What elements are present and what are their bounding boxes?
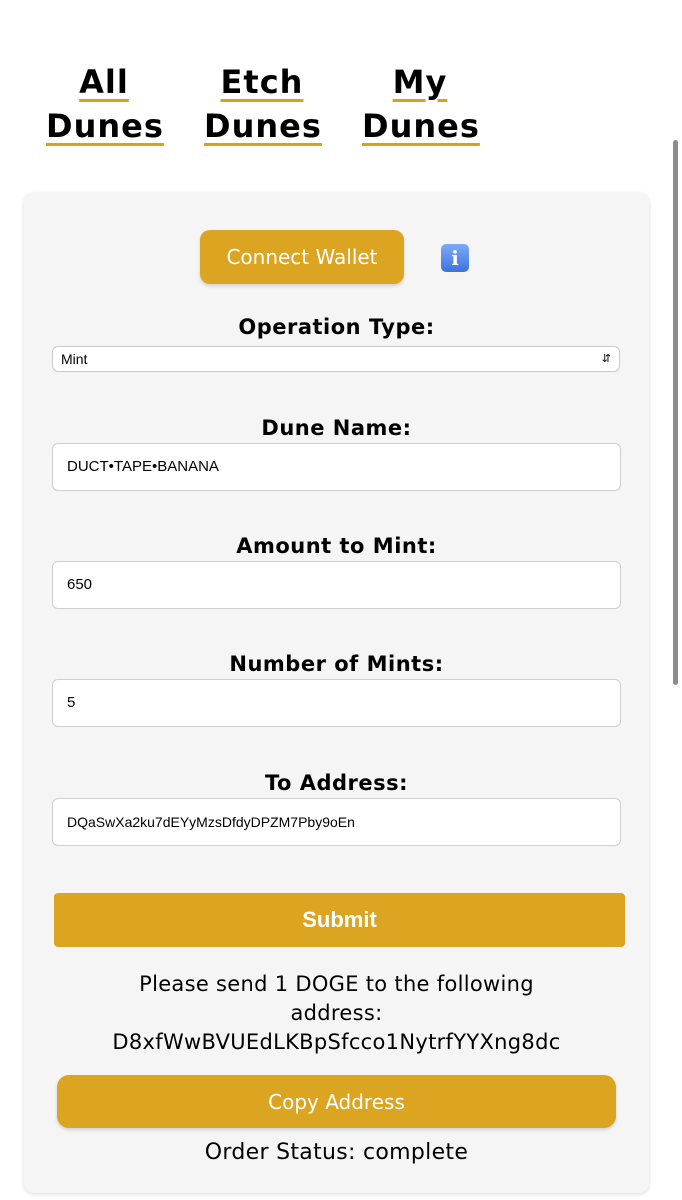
nav-my-dunes-line1: My [392,63,448,101]
number-of-mints-input[interactable]: 5 [52,679,621,727]
nav-all-dunes-line1: All [79,63,129,101]
nav-etch-dunes[interactable]: Etch Dunes [204,60,322,148]
nav-my-dunes[interactable]: My Dunes [362,60,480,148]
nav-etch-dunes-line1: Etch [220,63,304,101]
connect-wallet-button[interactable]: Connect Wallet [200,230,404,284]
submit-button[interactable]: Submit [54,893,625,947]
nav-all-dunes[interactable]: All Dunes [46,60,164,148]
to-address-label: To Address: [264,771,409,795]
mint-form-card: Connect Wallet i Operation Type: Mint ⇵ … [24,193,649,1193]
amount-to-mint-label: Amount to Mint: [236,534,437,558]
top-nav: All Dunes Etch Dunes My Dunes [46,60,480,148]
copy-address-button[interactable]: Copy Address [57,1075,616,1128]
dune-name-input[interactable]: DUCT•TAPE•BANANA [52,443,621,491]
nav-all-dunes-line2: Dunes [46,107,164,145]
payment-address: D8xfWwBVUEdLKBpSfcco1NytrfYYXng8dc [112,1030,561,1054]
dune-name-label: Dune Name: [261,416,412,440]
order-status: Order Status: complete [204,1140,469,1165]
to-address-input[interactable]: DQaSwXa2ku7dEYyMzsDfdyDPZM7Pby9oEn [52,798,621,846]
nav-my-dunes-line2: Dunes [362,107,480,145]
amount-to-mint-input[interactable]: 650 [52,561,621,609]
payment-message-line2: address: [290,1001,383,1025]
number-of-mints-label: Number of Mints: [229,652,444,676]
operation-type-value: Mint [61,351,88,367]
payment-message-line1: Please send 1 DOGE to the following [139,972,534,996]
operation-type-label: Operation Type: [238,315,435,339]
payment-instructions: Please send 1 DOGE to the following addr… [24,970,649,1057]
chevron-up-down-icon: ⇵ [601,353,611,365]
operation-type-select[interactable]: Mint ⇵ [52,346,620,372]
nav-etch-dunes-line2: Dunes [204,107,322,145]
page-scrollbar[interactable] [673,140,678,685]
page: All Dunes Etch Dunes My Dunes Connect Wa… [0,0,682,1200]
info-icon[interactable]: i [441,244,469,272]
